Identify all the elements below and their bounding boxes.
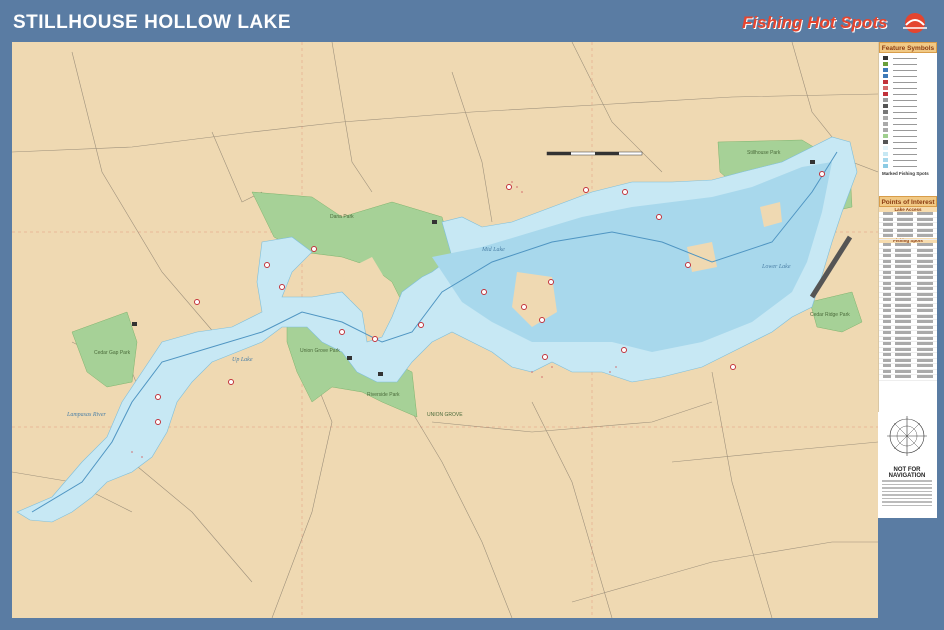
park-label-5: Riverside Park (367, 392, 400, 398)
lake-access-table (879, 212, 937, 240)
fish-logo-icon (903, 13, 927, 33)
lake-label-0: Up Lake (232, 357, 253, 363)
town-label-union-grove: UNION GROVE (427, 412, 463, 418)
park-label-4: Cedar Ridge Park (810, 312, 850, 318)
park-label-2: Dana Park (330, 214, 354, 220)
lake-water (16, 136, 858, 523)
compass-rose-icon (887, 416, 927, 456)
scale-bar (546, 151, 643, 156)
river-label: Lampasas River (67, 412, 106, 418)
not-for-navigation-label: NOT FOR NAVIGATION (888, 467, 926, 479)
lake-label-2: Lower Lake (762, 264, 791, 270)
park-label-3: Stillhouse Park (747, 150, 781, 156)
lake-label-1: Mid Lake (482, 247, 505, 253)
marked-spots-title: Marked Fishing Spots (882, 171, 929, 176)
navigation-box (878, 412, 936, 518)
map-title: STILLHOUSE HOLLOW LAKE (13, 12, 292, 33)
fishing-spots-table (879, 243, 937, 381)
disclaimer-text (882, 478, 932, 508)
map-canvas (12, 42, 878, 618)
points-of-interest-header: Points of Interest (879, 196, 937, 207)
feature-symbols-header: Feature Symbols (879, 42, 937, 53)
park-label-1: Union Grove Park (300, 348, 340, 354)
brand-logo-text: Fishing Hot Spots (742, 13, 888, 32)
feature-symbols-list (879, 53, 937, 169)
park-label-0: Cedar Gap Park (94, 350, 131, 356)
lake-map[interactable]: UNION GROVE Up Lake Mid Lake Lower Lake … (12, 42, 878, 618)
